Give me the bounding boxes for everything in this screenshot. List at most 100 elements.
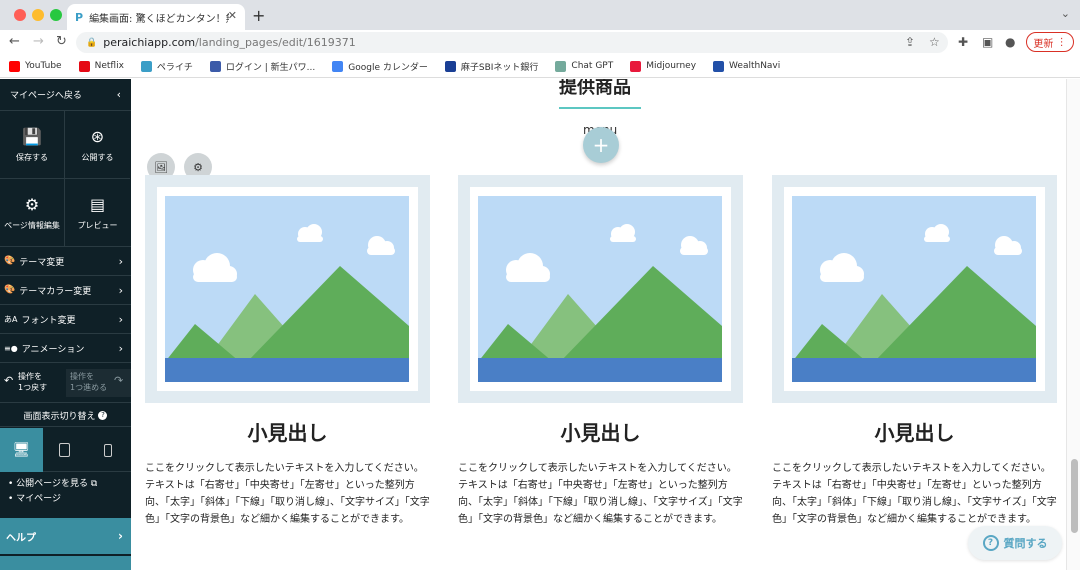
bookmark-label: Midjourney [646, 61, 697, 71]
phone-icon [103, 443, 112, 457]
mypage-link[interactable]: • マイページ [8, 492, 131, 507]
page-info-edit-button[interactable]: ⚙ ページ情報編集 [0, 179, 65, 247]
product-heading[interactable]: 小見出し [458, 417, 743, 446]
url-field[interactable]: 🔒 peraichiapp.com/landing_pages/edit/161… [76, 32, 948, 53]
chevron-right-icon: › [118, 283, 123, 297]
address-bar-row: ← → ↻ 🔒 peraichiapp.com/landing_pages/ed… [0, 30, 1080, 55]
chevron-right-icon: › [118, 254, 123, 268]
save-label: 保存する [16, 152, 48, 162]
image-frame [157, 187, 418, 391]
profile-avatar-icon[interactable]: ● [1005, 35, 1015, 49]
publish-icon: ⊛ [90, 126, 105, 146]
publish-button[interactable]: ⊛ 公開する [65, 111, 130, 179]
question-icon: ? [982, 535, 999, 551]
bookmark-item[interactable]: YouTube [9, 60, 62, 72]
maximize-window-button[interactable] [50, 9, 62, 21]
help-button[interactable]: ヘルプ › [0, 518, 131, 554]
section-title[interactable]: 提供商品 [559, 79, 631, 99]
section-title-underline [559, 107, 641, 109]
forward-arrow-icon[interactable]: → [33, 34, 44, 49]
bookmark-label: ログイン | 新生パワ... [225, 62, 316, 73]
menu-theme-change[interactable]: 🎨 テーマ変更 › [0, 247, 131, 276]
editor-canvas: 提供商品 menu + 🖼 ⚙ 小見出し ここをクリックして表示したいテキストを… [131, 79, 1066, 570]
device-switcher: 🖥 [0, 428, 131, 472]
image-area [165, 196, 409, 382]
help-question-icon[interactable]: ? [98, 411, 108, 420]
bookmark-item[interactable]: ペライチ [140, 60, 193, 73]
desktop-monitor-icon: 🖥 [12, 442, 31, 458]
font-icon: あA [4, 314, 18, 324]
close-window-button[interactable] [14, 9, 26, 21]
chevron-left-icon: ‹ [116, 88, 121, 101]
product-image-card[interactable] [458, 175, 743, 403]
bookmark-item[interactable]: 麻子SBIネット銀行 [444, 60, 539, 73]
tab-search-chevron-icon[interactable]: ⌄ [1061, 7, 1070, 20]
new-tab-button[interactable]: + [252, 6, 265, 25]
product-description[interactable]: ここをクリックして表示したいテキストを入力してください。テキストは「右寄せ」「中… [145, 460, 430, 528]
scrollbar-thumb[interactable] [1071, 459, 1078, 533]
close-tab-icon[interactable]: ✕ [228, 9, 237, 22]
reload-icon[interactable]: ↻ [56, 34, 67, 49]
display-switch-label: 画面表示切り替え ? [0, 405, 131, 427]
bookmark-label: YouTube [25, 61, 62, 71]
minimize-window-button[interactable] [32, 9, 44, 21]
add-block-button[interactable]: + [583, 127, 619, 163]
preview-button[interactable]: ▤ プレビュー [65, 179, 130, 247]
back-to-mypage-button[interactable]: マイページへ戻る ‹ [0, 79, 131, 111]
mobile-view-button[interactable] [86, 428, 129, 472]
sbi-icon [444, 60, 456, 72]
lock-icon: 🔒 [86, 37, 98, 48]
bookmark-label: Google カレンダー [348, 62, 428, 73]
product-heading[interactable]: 小見出し [772, 417, 1057, 446]
menu-theme-color-change[interactable]: 🎨 テーマカラー変更 › [0, 276, 131, 305]
wealthnavi-icon [713, 60, 725, 72]
product-description[interactable]: ここをクリックして表示したいテキストを入力してください。テキストは「右寄せ」「中… [458, 460, 743, 528]
bookmark-item[interactable]: WealthNavi [713, 60, 780, 72]
placeholder-landscape-image [792, 196, 1036, 382]
bookmark-item[interactable]: Chat GPT [555, 60, 613, 72]
desktop-view-button[interactable]: 🖥 [0, 428, 43, 472]
bookmark-label: 麻子SBIネット銀行 [460, 62, 539, 73]
image-frame [470, 187, 731, 391]
link-label: 公開ページを見る [16, 479, 88, 489]
ask-question-button[interactable]: ? 質問する [968, 526, 1062, 560]
browser-tab[interactable]: P 編集画面: 驚くほどカンタン！無料 ✕ [67, 4, 245, 30]
menu-label: アニメーション [21, 344, 85, 355]
sidebar-toggle-icon[interactable]: ▣ [982, 35, 993, 49]
bookmark-item[interactable]: Midjourney [630, 60, 697, 72]
product-heading[interactable]: 小見出し [145, 417, 430, 446]
placeholder-landscape-image [165, 196, 409, 382]
image-icon: 🖼 [154, 160, 168, 174]
save-button[interactable]: 💾 保存する [0, 111, 65, 179]
gear-icon: ⚙ [24, 195, 40, 214]
publish-label: 公開する [81, 152, 114, 162]
product-description[interactable]: ここをクリックして表示したいテキストを入力してください。テキストは「右寄せ」「中… [772, 460, 1057, 528]
menu-animation[interactable]: ≡● アニメーション › [0, 334, 131, 363]
peraichi-icon [140, 60, 152, 72]
image-area [792, 196, 1036, 382]
redo-arrow-icon: ↷ [114, 374, 124, 387]
bookmark-item[interactable]: ログイン | 新生パワ... [209, 60, 316, 73]
animation-icon: ≡● [4, 343, 18, 353]
image-area [478, 196, 722, 382]
page-scrollbar[interactable] [1066, 79, 1080, 570]
extensions-puzzle-icon[interactable]: ✚ [958, 35, 968, 49]
bookmark-star-icon[interactable]: ☆ [929, 35, 940, 49]
update-button[interactable]: 更新 ⋮ [1026, 32, 1074, 52]
product-image-card[interactable] [145, 175, 430, 403]
action-grid: 💾 保存する ⊛ 公開する ⚙ ページ情報編集 ▤ プレビュー [0, 111, 131, 247]
share-icon[interactable]: ⇪ [905, 35, 915, 49]
bookmark-item[interactable]: Netflix [78, 60, 124, 72]
bookmark-item[interactable]: Google カレンダー [332, 60, 428, 73]
switch-label: 画面表示切り替え [23, 412, 96, 422]
product-image-card[interactable] [772, 175, 1057, 403]
back-arrow-icon[interactable]: ← [9, 34, 20, 49]
palette-icon: 🎨 [4, 285, 16, 295]
undo-button[interactable]: 操作を 1つ戻す [4, 371, 66, 393]
image-frame [784, 187, 1045, 391]
menu-font-change[interactable]: あA フォント変更 › [0, 305, 131, 334]
tablet-view-button[interactable] [43, 428, 86, 472]
sidebar-next-item[interactable] [0, 556, 131, 570]
page-info-label: ページ情報編集 [4, 221, 60, 230]
view-public-page-link[interactable]: • 公開ページを見る ⧉ [8, 477, 131, 492]
